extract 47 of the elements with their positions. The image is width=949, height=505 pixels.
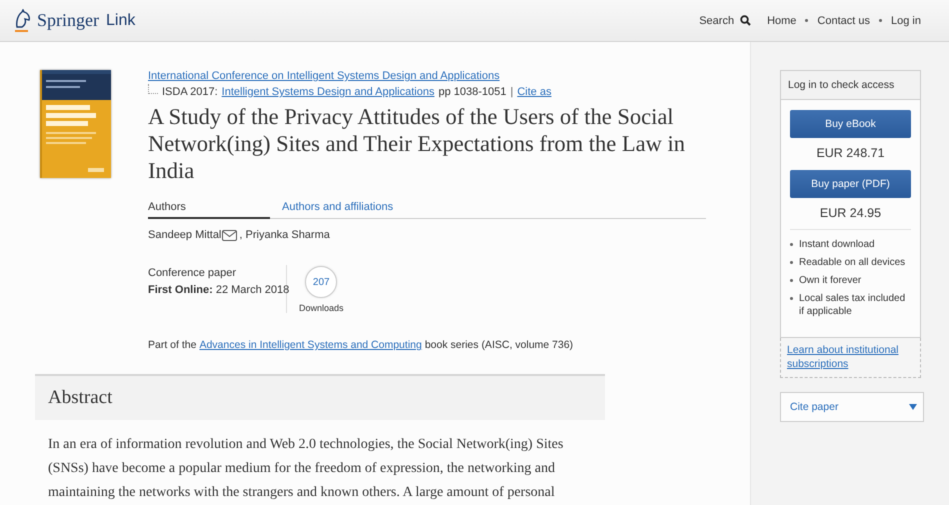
- panel-heading: Log in to check access: [788, 79, 894, 91]
- logo-link[interactable]: Springer Link: [13, 8, 136, 32]
- bullet-icon: [790, 261, 793, 264]
- tree-connector: [148, 84, 158, 94]
- buy-button[interactable]: Buy eBook: [790, 110, 911, 138]
- bullet-icon: [790, 243, 793, 246]
- book-link[interactable]: Intelligent Systems Design and Applications: [222, 86, 434, 98]
- proceedings-label: ISDA 2017:: [162, 86, 218, 98]
- benefit-text: Readable on all devices: [799, 256, 906, 269]
- paper-type: Conference paper: [148, 266, 238, 281]
- series-text: Part of the: [148, 339, 196, 351]
- nav-link[interactable]: Log in: [891, 14, 921, 26]
- abstract-text: (SNSs) have become a popular medium for the freedom of expression, the networking and: [48, 460, 555, 478]
- cite-dropdown[interactable]: Cite paper: [780, 392, 924, 422]
- abstract-text: In an era of information revolution and Web 2.0 technologies, the Social Network(ing) Sites: [48, 436, 564, 454]
- horse-head-icon: [13, 8, 33, 32]
- bullet-icon: [790, 279, 793, 282]
- abstract-text: maintaining the networks with the strangers and known others. A large amount of personal: [48, 484, 555, 502]
- price: EUR 24.95: [790, 206, 911, 230]
- page-range: pp 1038-1051: [438, 86, 506, 98]
- benefit-text: Local sales tax included if applicable: [799, 292, 906, 318]
- search-link[interactable]: Search: [699, 14, 758, 26]
- tab[interactable]: Authors: [148, 201, 270, 219]
- paper-title: A Study of the Privacy Attitudes of the Users of the Social Network(ing) Sites and Their Expectations from the Law in India: [148, 103, 686, 184]
- author-name: , Priyanka Sharma: [239, 229, 330, 241]
- tab[interactable]: Authors and affiliations: [270, 201, 404, 218]
- search-icon[interactable]: [740, 15, 752, 26]
- cite-as-link[interactable]: Cite as: [517, 86, 552, 98]
- nav-link[interactable]: Home: [767, 14, 796, 26]
- author-name: Sandeep Mittal: [148, 229, 222, 241]
- benefit-text: Own it forever: [799, 274, 862, 287]
- separator: |: [510, 86, 514, 98]
- benefit-text: Instant download: [799, 238, 875, 251]
- download-count: 207: [305, 266, 338, 298]
- caret-icon: [909, 404, 917, 410]
- price: EUR 248.71: [815, 146, 886, 160]
- buy-button[interactable]: Buy paper (PDF): [790, 170, 911, 198]
- section-title: Abstract: [48, 387, 112, 409]
- envelope-icon[interactable]: [222, 230, 238, 240]
- downloads-label: Downloads: [299, 303, 344, 313]
- separator-dot: [805, 19, 808, 22]
- conference-link[interactable]: International Conference on Intelligent Systems Design and Applications: [148, 70, 500, 82]
- separator-dot: [879, 19, 882, 22]
- nav-link[interactable]: Contact us: [817, 14, 870, 26]
- series-link[interactable]: Advances in Intelligent Systems and Computing: [199, 339, 422, 351]
- series-text: book series (AISC, volume 736): [424, 339, 574, 351]
- bullet-icon: [790, 297, 793, 300]
